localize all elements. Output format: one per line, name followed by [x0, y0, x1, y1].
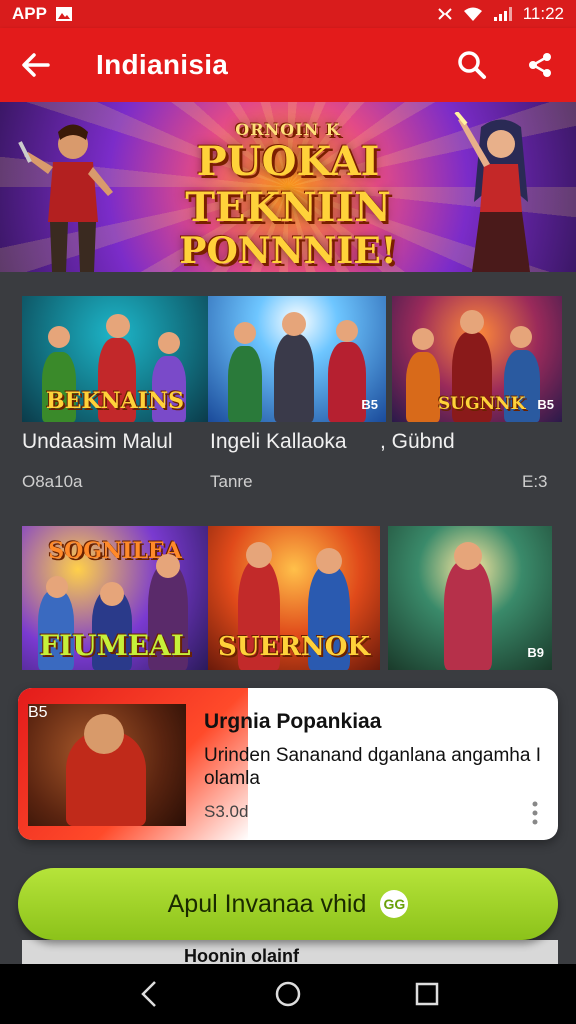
- hero-banner[interactable]: ORNOIN K PUOKAI TEKNIIN PONNNIE!: [0, 102, 576, 272]
- tile-badge: B9: [527, 645, 544, 660]
- nfc-icon: [437, 6, 453, 22]
- game-tile[interactable]: SOGNILEA FIUMEAL: [22, 526, 208, 670]
- tile-badge: B5: [361, 397, 378, 412]
- card-title: Urgnia Popankiaa: [204, 710, 382, 733]
- game-tile[interactable]: B5: [208, 296, 386, 422]
- game-tile[interactable]: SUGNNK B5: [392, 296, 562, 422]
- cta-label: Apul Invanaa vhid: [167, 889, 367, 918]
- search-icon[interactable]: [456, 49, 488, 81]
- game-tile[interactable]: SUERNOK: [208, 526, 380, 670]
- game-title[interactable]: Undaasim Malul: [22, 430, 173, 454]
- status-left: APP: [12, 4, 73, 24]
- card-description: Urinden Sananand dganlana angamha I olam…: [204, 745, 541, 789]
- hero-subtitle: ORNOIN K: [235, 120, 341, 139]
- app-actions: [456, 49, 556, 81]
- arrow-left-icon[interactable]: [20, 49, 52, 81]
- app-bar: Indianisia: [0, 28, 576, 102]
- card-thumbnail: B5: [28, 704, 186, 826]
- brand-icon: GG: [380, 890, 409, 918]
- game-tile[interactable]: B9: [388, 526, 552, 670]
- card-price: S3.0d: [204, 802, 249, 821]
- tile-top-title: SOGNILEA: [48, 538, 182, 564]
- more-vert-icon[interactable]: [530, 800, 540, 826]
- game-subtitle: O8a10a: [22, 472, 83, 491]
- next-list-item[interactable]: Hoonin olainf: [22, 940, 558, 964]
- game-row-1: BEKNAINS B5 SUGNNK B5: [22, 296, 562, 422]
- primary-cta-button[interactable]: Apul Invanaa vhid GG: [18, 868, 558, 940]
- hero-title-line1: PUOKAI TEKNIIN: [185, 138, 391, 231]
- next-item-title: Hoonin olainf: [184, 946, 299, 964]
- hero-title-block: ORNOIN K PUOKAI TEKNIIN PONNNIE!: [110, 120, 466, 271]
- status-time: 11:22: [522, 4, 564, 23]
- nav-home-icon[interactable]: [272, 978, 304, 1010]
- nav-recents-icon[interactable]: [411, 978, 443, 1010]
- tile-title: FIUMEAL: [39, 629, 191, 662]
- image-icon: [55, 6, 73, 22]
- system-nav-bar: [0, 964, 576, 1024]
- game-title[interactable]: Ingeli Kallaoka: [210, 430, 347, 454]
- featured-game-card[interactable]: B5 Urgnia Popankiaa Urinden Sananand dga…: [18, 688, 558, 840]
- hero-title-line2: PONNNIE!: [179, 230, 397, 272]
- tile-title: SUERNOK: [218, 632, 370, 662]
- status-bar: APP 11:22: [0, 0, 576, 28]
- game-tile[interactable]: BEKNAINS: [22, 296, 208, 422]
- hero-character-right: [454, 112, 530, 272]
- tile-badge: B5: [537, 397, 554, 412]
- status-app-label: APP: [12, 4, 47, 23]
- status-right: 11:22: [437, 4, 564, 24]
- nav-back-icon[interactable]: [133, 978, 165, 1010]
- signal-icon: [493, 6, 513, 22]
- wifi-icon: [463, 6, 483, 22]
- page-title: Indianisia: [96, 49, 229, 80]
- share-icon[interactable]: [524, 49, 556, 81]
- game-title[interactable]: , Gübnd: [380, 430, 455, 454]
- tile-title: BEKNAINS: [46, 388, 184, 414]
- game-row-2: SOGNILEA FIUMEAL SUERNOK B9: [22, 526, 552, 670]
- game-subtitle: E:3: [522, 472, 548, 491]
- game-subtitle: Tanre: [210, 472, 253, 491]
